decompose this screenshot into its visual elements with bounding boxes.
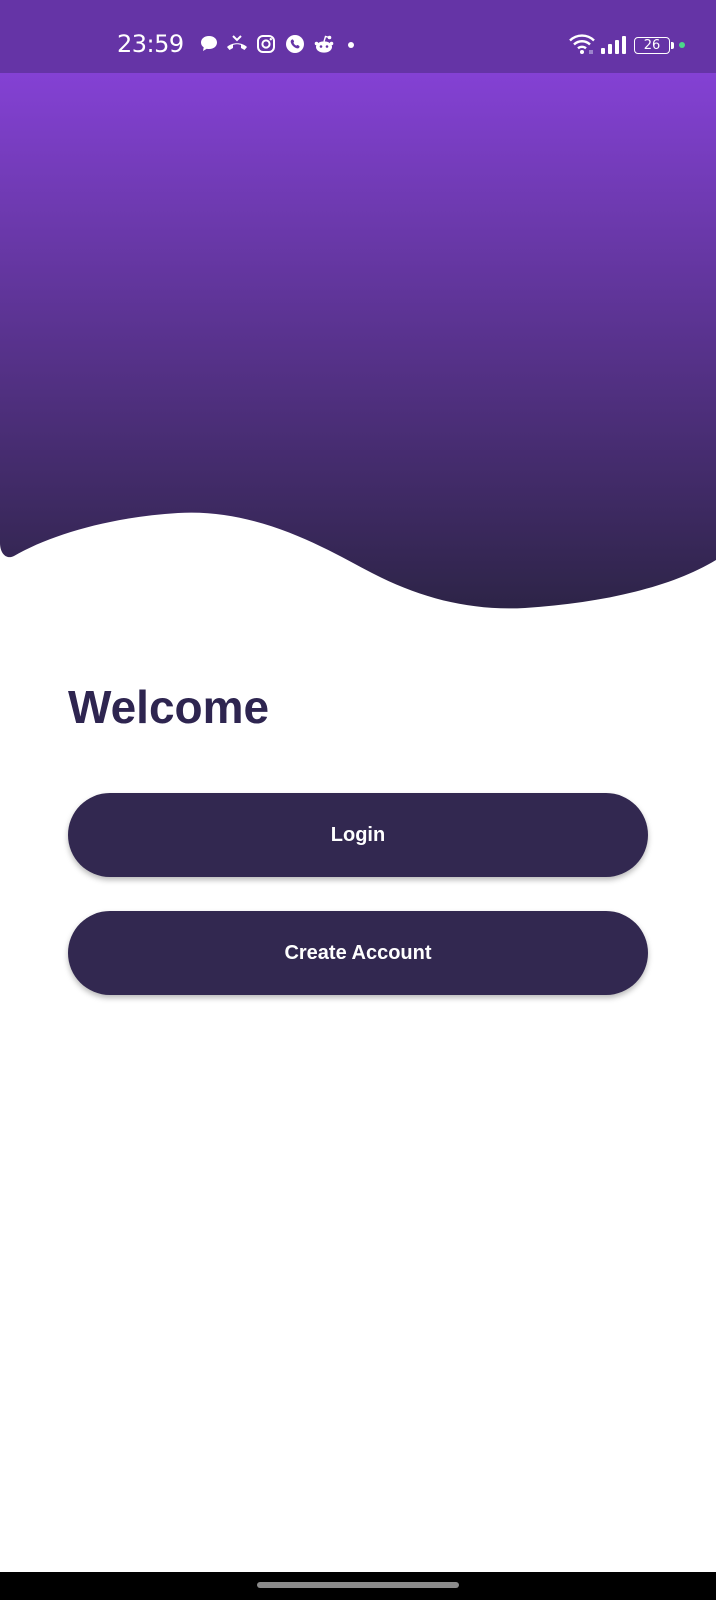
wifi-icon <box>569 34 595 54</box>
more-dot-icon <box>348 42 354 48</box>
instagram-icon <box>257 35 275 53</box>
reddit-icon <box>314 35 334 53</box>
page-title: Welcome <box>68 681 270 733</box>
create-account-button[interactable]: Create Account <box>68 911 648 995</box>
chat-bubble-icon <box>201 36 217 51</box>
login-button[interactable]: Login <box>68 793 648 877</box>
missed-call-icon <box>227 35 247 50</box>
signal-icon <box>601 36 626 54</box>
status-time: 23:59 <box>117 30 184 58</box>
status-bar: 23:59 26 <box>0 0 716 73</box>
charging-dot-icon <box>679 42 685 48</box>
viber-icon <box>286 35 304 53</box>
home-indicator[interactable] <box>257 1582 459 1588</box>
battery-icon: 26 <box>634 37 674 54</box>
header-wave-banner <box>0 73 716 609</box>
battery-level: 26 <box>643 38 661 53</box>
